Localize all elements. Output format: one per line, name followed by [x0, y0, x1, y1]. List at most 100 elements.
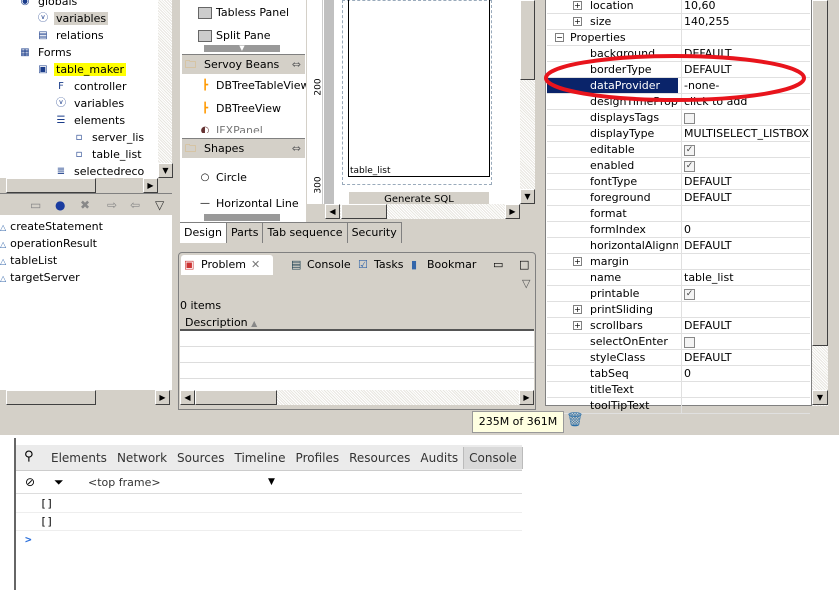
expand-icon[interactable]: + [573, 17, 582, 26]
tree-item[interactable]: ⓥ variables [36, 11, 109, 27]
property-row[interactable]: displaysTags [547, 110, 810, 126]
palette-item-tabless-panel[interactable]: Tabless Panel [198, 3, 289, 23]
list-item[interactable]: △ targetServer [0, 270, 80, 286]
palette-item-jfxpanel[interactable]: ◐ JFXPanel [198, 121, 263, 133]
close-icon[interactable]: ✕ [251, 255, 260, 275]
tree-item[interactable]: ▦ Forms [18, 45, 73, 61]
property-value[interactable] [681, 334, 811, 350]
frame-selector[interactable]: <top frame> [88, 471, 161, 494]
list-item[interactable]: △ createStatement [0, 219, 103, 235]
scroll-right-button[interactable]: ▶ [143, 178, 158, 193]
checked-checkbox[interactable]: ✓ [684, 288, 695, 300]
property-value[interactable]: 140,255 [681, 14, 811, 30]
list-item[interactable]: △ operationResult [0, 236, 97, 252]
devtools-tab-resources[interactable]: Resources [344, 447, 415, 469]
hammer-icon[interactable]: ▭ [30, 194, 41, 216]
tab-security[interactable]: Security [348, 223, 402, 243]
drawer-servoy-beans[interactable]: 🗀 Servoy Beans ⇔ [182, 54, 305, 74]
property-value[interactable]: MULTISELECT_LISTBOX [681, 126, 811, 142]
scroll-right-button[interactable]: ▶ [505, 204, 520, 219]
property-row[interactable]: format [547, 206, 810, 222]
property-row[interactable]: selectOnEnter [547, 334, 810, 350]
scroll-thumb[interactable] [520, 0, 535, 80]
property-value[interactable]: ✓ [681, 142, 811, 158]
tab-design[interactable]: Design [180, 223, 227, 243]
table-list-element[interactable]: table_list [348, 0, 490, 177]
property-row[interactable]: displayType MULTISELECT_LISTBOX [547, 126, 810, 142]
property-row[interactable]: + scrollbars DEFAULT [547, 318, 810, 334]
devtools-tab-console[interactable]: Console [463, 447, 523, 469]
tree-hscrollbar[interactable]: ▶ [0, 178, 172, 193]
tree-item[interactable]: ⓥ variables [54, 96, 126, 112]
devtools-tab-network[interactable]: Network [112, 447, 172, 469]
property-value[interactable]: DEFAULT [681, 190, 811, 206]
property-value[interactable]: DEFAULT [681, 238, 811, 254]
property-row[interactable]: printable ✓ [547, 286, 810, 302]
property-row[interactable]: horizontalAlignment DEFAULT [547, 238, 810, 254]
property-row[interactable]: + margin [547, 254, 810, 270]
scroll-thumb[interactable] [6, 178, 96, 193]
scroll-down-button[interactable]: ▼ [812, 390, 828, 405]
checked-checkbox[interactable]: ✓ [684, 144, 695, 156]
move-out-icon[interactable]: ⇨ [107, 194, 117, 216]
property-value[interactable] [681, 206, 811, 222]
column-header-description[interactable]: Description ▲ [180, 315, 534, 331]
view-menu-icon[interactable]: ▽ [522, 277, 530, 290]
dropdown-arrow-icon[interactable]: ▼ [268, 471, 275, 494]
scroll-thumb[interactable] [6, 390, 96, 405]
property-value[interactable] [681, 110, 811, 126]
editor-vscrollbar[interactable]: ▼ [520, 0, 535, 204]
property-row[interactable]: formIndex 0 [547, 222, 810, 238]
property-value[interactable] [681, 30, 811, 46]
palette-item-horizontal-line[interactable]: — Horizontal Line [198, 194, 299, 214]
expand-icon[interactable]: + [573, 305, 582, 314]
collapse-icon[interactable]: − [555, 33, 564, 42]
tree-item[interactable]: ☰ elements [54, 113, 127, 129]
property-row[interactable]: styleClass DEFAULT [547, 350, 810, 366]
property-value[interactable]: DEFAULT [681, 174, 811, 190]
scroll-right-button[interactable]: ▶ [519, 390, 534, 405]
palette-item-circle[interactable]: ○ Circle [198, 168, 247, 188]
property-row[interactable]: titleText [547, 382, 810, 398]
expand-icon[interactable]: + [573, 257, 582, 266]
maximize-icon[interactable]: □ [519, 255, 529, 275]
list-item[interactable]: △ tableList [0, 253, 57, 269]
problems-hscrollbar[interactable]: ◀ ▶ [180, 390, 534, 405]
solution-tree[interactable]: ◉ globals ⓥ variables ▤ relations ▦ Forms ▣ table… [0, 0, 158, 178]
move-in-icon[interactable]: ⇦ [130, 194, 140, 216]
tree-item[interactable]: ◉ globals [18, 0, 79, 10]
scroll-more-button[interactable] [204, 214, 280, 221]
property-value[interactable]: table_list [681, 270, 811, 286]
tree-item[interactable]: Fcontroller [54, 79, 128, 95]
tree-item[interactable]: ▫ server_lis [72, 130, 146, 146]
trash-icon[interactable]: 🗑 [566, 412, 584, 428]
property-row[interactable]: name table_list [547, 270, 810, 286]
form-editor-canvas[interactable]: 200 300 table_list Generate SQL [307, 0, 520, 206]
property-value[interactable]: 10,60 [681, 0, 811, 14]
tree-item[interactable]: ▤ relations [36, 28, 106, 44]
property-value[interactable]: DEFAULT [681, 350, 811, 366]
drawer-shapes[interactable]: 🗀 Shapes ⇔ [182, 138, 305, 158]
property-row[interactable]: + printSliding [547, 302, 810, 318]
search-icon[interactable]: ⚲ [24, 449, 34, 464]
pin-icon[interactable]: ⇔ [292, 55, 301, 75]
property-row[interactable]: foreground DEFAULT [547, 190, 810, 206]
console-prompt[interactable]: > [16, 531, 522, 549]
property-row[interactable]: + size 140,255 [547, 14, 810, 30]
delete-icon[interactable]: ✖ [80, 194, 90, 216]
palette-item-split-pane[interactable]: Split Pane [198, 26, 271, 46]
scroll-left-button[interactable]: ◀ [180, 390, 195, 405]
tab-tasks[interactable]: ☑ Tasks [356, 255, 403, 275]
tab-console[interactable]: ▤ Console [289, 255, 351, 275]
property-value[interactable] [681, 254, 811, 270]
tab-problems[interactable]: ▣ Problem ✕ [181, 255, 273, 275]
palette-item-dbtreetableview[interactable]: ┣ DBTreeTableView [198, 76, 306, 96]
property-value[interactable] [681, 302, 811, 318]
tree-vscrollbar[interactable]: ▼ [158, 0, 173, 178]
property-row[interactable]: − Properties [547, 30, 810, 46]
view-menu-icon[interactable]: ▽ [155, 194, 164, 216]
devtools-tab-profiles[interactable]: Profiles [291, 447, 345, 469]
expand-icon[interactable]: + [573, 321, 582, 330]
property-value[interactable] [681, 382, 811, 398]
outline-hscrollbar[interactable]: ▶ [0, 390, 172, 405]
